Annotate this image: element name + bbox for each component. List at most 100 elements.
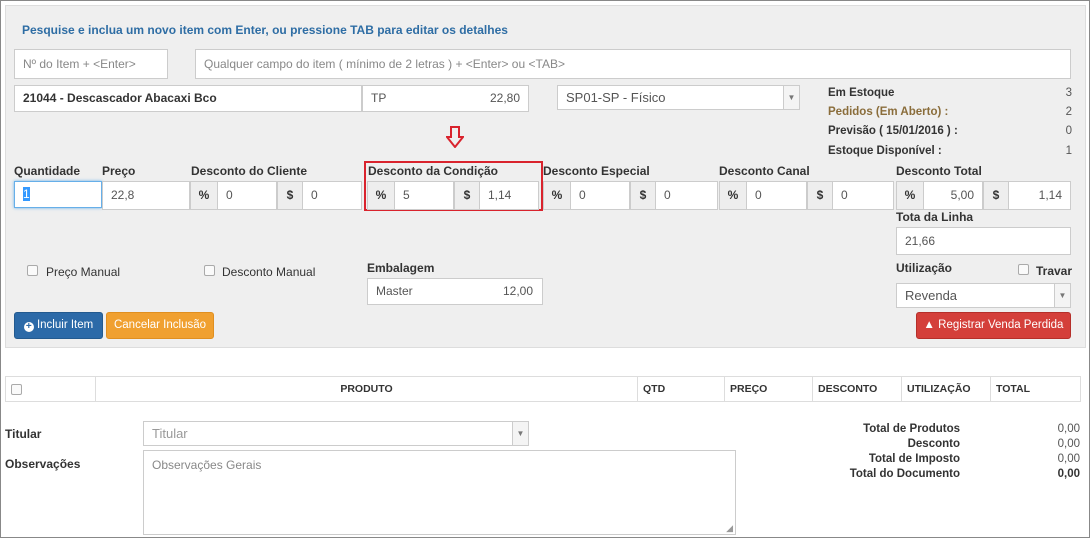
travar-checkbox[interactable] bbox=[1018, 264, 1029, 275]
preco-manual-checkbox[interactable] bbox=[27, 265, 38, 276]
titular-select-placeholder: Titular bbox=[152, 426, 188, 441]
utilizacao-label: Utilização bbox=[896, 261, 953, 275]
column-preco: PREÇO bbox=[724, 377, 812, 401]
desconto-especial-val-input[interactable]: 0 bbox=[655, 181, 718, 210]
incluir-item-button[interactable]: + Incluir Item bbox=[14, 312, 103, 339]
select-all-checkbox[interactable] bbox=[11, 384, 22, 395]
desconto-total-pct-input[interactable]: 5,00 bbox=[923, 181, 983, 210]
observacoes-label: Observações bbox=[5, 457, 81, 471]
desconto-total-footer-value: 0,00 bbox=[1057, 438, 1080, 450]
chevron-down-icon: ▼ bbox=[512, 422, 528, 445]
column-utilizacao: UTILIZAÇÃO bbox=[901, 377, 990, 401]
embalagem-name: Master bbox=[376, 284, 413, 298]
registrar-venda-perdida-label: Registrar Venda Perdida bbox=[938, 319, 1064, 331]
desconto-canal-val-addon: $ bbox=[807, 181, 833, 210]
cancelar-inclusao-button[interactable]: Cancelar Inclusão bbox=[106, 312, 214, 339]
column-produto: PRODUTO bbox=[95, 377, 637, 401]
column-produto-label: PRODUTO bbox=[340, 383, 393, 395]
column-total-label: TOTAL bbox=[996, 383, 1031, 395]
quantidade-input[interactable]: 1 bbox=[14, 181, 102, 208]
chevron-down-icon: ▼ bbox=[783, 86, 799, 109]
observacoes-textarea[interactable]: Observações Gerais ◢ bbox=[143, 450, 736, 535]
warehouse-select-value: SP01-SP - Físico bbox=[566, 90, 666, 105]
pedidos-value: 2 bbox=[1065, 106, 1072, 118]
desconto-especial-pct-addon: % bbox=[543, 181, 571, 210]
desconto-cliente-pct-addon: % bbox=[190, 181, 218, 210]
plus-circle-icon: + bbox=[23, 322, 34, 332]
price-table-field: TP bbox=[362, 85, 462, 112]
quantidade-label: Quantidade bbox=[14, 164, 81, 178]
observacoes-placeholder: Observações Gerais bbox=[152, 458, 262, 472]
column-desconto: DESCONTO bbox=[812, 377, 901, 401]
column-total: TOTAL bbox=[990, 377, 1080, 401]
items-table-header: PRODUTO QTD PREÇO DESCONTO UTILIZAÇÃO TO… bbox=[5, 376, 1081, 402]
desconto-total-label: Desconto Total bbox=[896, 164, 982, 178]
arrow-down-icon bbox=[446, 126, 464, 148]
item-any-field-search-input[interactable]: Qualquer campo do item ( mínimo de 2 let… bbox=[195, 49, 1071, 79]
titular-label: Titular bbox=[5, 427, 42, 441]
previsao-value: 0 bbox=[1065, 125, 1072, 137]
instruction-text: Pesquise e inclua um novo item com Enter… bbox=[22, 23, 508, 37]
total-linha-label: Tota da Linha bbox=[896, 210, 974, 224]
preco-manual-label: Preço Manual bbox=[46, 265, 121, 279]
registrar-venda-perdida-button[interactable]: ▲ Registrar Venda Perdida bbox=[916, 312, 1071, 339]
desconto-especial-val-addon: $ bbox=[630, 181, 656, 210]
desconto-canal-pct-addon: % bbox=[719, 181, 747, 210]
desconto-canal-label: Desconto Canal bbox=[719, 164, 810, 178]
preco-label: Preço bbox=[102, 164, 136, 178]
estoque-disponivel-value: 1 bbox=[1065, 145, 1072, 157]
desconto-cliente-val-addon: $ bbox=[277, 181, 303, 210]
total-documento-label: Total do Documento bbox=[849, 468, 960, 480]
column-qtd-label: QTD bbox=[643, 383, 666, 395]
total-produtos-label: Total de Produtos bbox=[863, 423, 960, 435]
desconto-total-val-addon: $ bbox=[983, 181, 1009, 210]
resize-handle-icon[interactable]: ◢ bbox=[726, 523, 733, 534]
desconto-condicao-pct-addon: % bbox=[367, 181, 395, 210]
column-qtd: QTD bbox=[637, 377, 724, 401]
desconto-cliente-label: Desconto do Cliente bbox=[191, 164, 308, 178]
desconto-cliente-val-input[interactable]: 0 bbox=[302, 181, 362, 210]
utilizacao-select[interactable]: Revenda ▼ bbox=[896, 283, 1071, 308]
utilizacao-select-value: Revenda bbox=[905, 288, 958, 303]
total-produtos-value: 0,00 bbox=[1057, 423, 1080, 435]
previsao-label: Previsão ( 15/01/2016 ) : bbox=[828, 125, 958, 137]
preco-input[interactable]: 22,8 bbox=[102, 181, 190, 210]
desconto-especial-label: Desconto Especial bbox=[543, 164, 650, 178]
desconto-cliente-pct-input[interactable]: 0 bbox=[217, 181, 277, 210]
desconto-total-footer-label: Desconto bbox=[907, 438, 960, 450]
warehouse-select[interactable]: SP01-SP - Físico ▼ bbox=[557, 85, 800, 110]
desconto-manual-checkbox[interactable] bbox=[204, 265, 215, 276]
desconto-canal-pct-input[interactable]: 0 bbox=[746, 181, 807, 210]
item-name-field: 21044 - Descascador Abacaxi Bco bbox=[14, 85, 362, 112]
embalagem-label: Embalagem bbox=[367, 261, 435, 275]
estoque-disponivel-label: Estoque Disponível : bbox=[828, 145, 942, 157]
titular-select[interactable]: Titular ▼ bbox=[143, 421, 529, 446]
column-desconto-label: DESCONTO bbox=[818, 383, 878, 395]
chevron-down-icon: ▼ bbox=[1054, 284, 1070, 307]
desconto-condicao-val-addon: $ bbox=[454, 181, 480, 210]
desconto-total-val-input[interactable]: 1,14 bbox=[1008, 181, 1071, 210]
total-imposto-value: 0,00 bbox=[1057, 453, 1080, 465]
column-utilizacao-label: UTILIZAÇÃO bbox=[907, 383, 971, 395]
column-preco-label: PREÇO bbox=[730, 383, 768, 395]
embalagem-value: 12,00 bbox=[502, 284, 533, 298]
embalagem-field: Master 12,00 bbox=[367, 278, 543, 305]
total-documento-value: 0,00 bbox=[1057, 468, 1080, 480]
incluir-item-label: Incluir Item bbox=[36, 319, 94, 331]
quantidade-value: 1 bbox=[23, 187, 30, 201]
desconto-condicao-val-input[interactable]: 1,14 bbox=[479, 181, 539, 210]
travar-label: Travar bbox=[1036, 264, 1073, 278]
desconto-especial-pct-input[interactable]: 0 bbox=[570, 181, 630, 210]
desconto-total-pct-addon: % bbox=[896, 181, 924, 210]
pedidos-label: Pedidos (Em Aberto) : bbox=[828, 106, 949, 118]
em-estoque-value: 3 bbox=[1065, 87, 1072, 99]
total-imposto-label: Total de Imposto bbox=[868, 453, 960, 465]
desconto-canal-val-input[interactable]: 0 bbox=[832, 181, 894, 210]
desconto-manual-label: Desconto Manual bbox=[222, 265, 316, 279]
desconto-condicao-pct-input[interactable]: 5 bbox=[394, 181, 454, 210]
item-number-search-input[interactable]: Nº do Item + <Enter> bbox=[14, 49, 168, 79]
em-estoque-label: Em Estoque bbox=[828, 87, 895, 99]
price-table-value-field: 22,80 bbox=[461, 85, 529, 112]
warning-icon: ▲ bbox=[923, 319, 935, 331]
total-linha-input: 21,66 bbox=[896, 227, 1071, 255]
